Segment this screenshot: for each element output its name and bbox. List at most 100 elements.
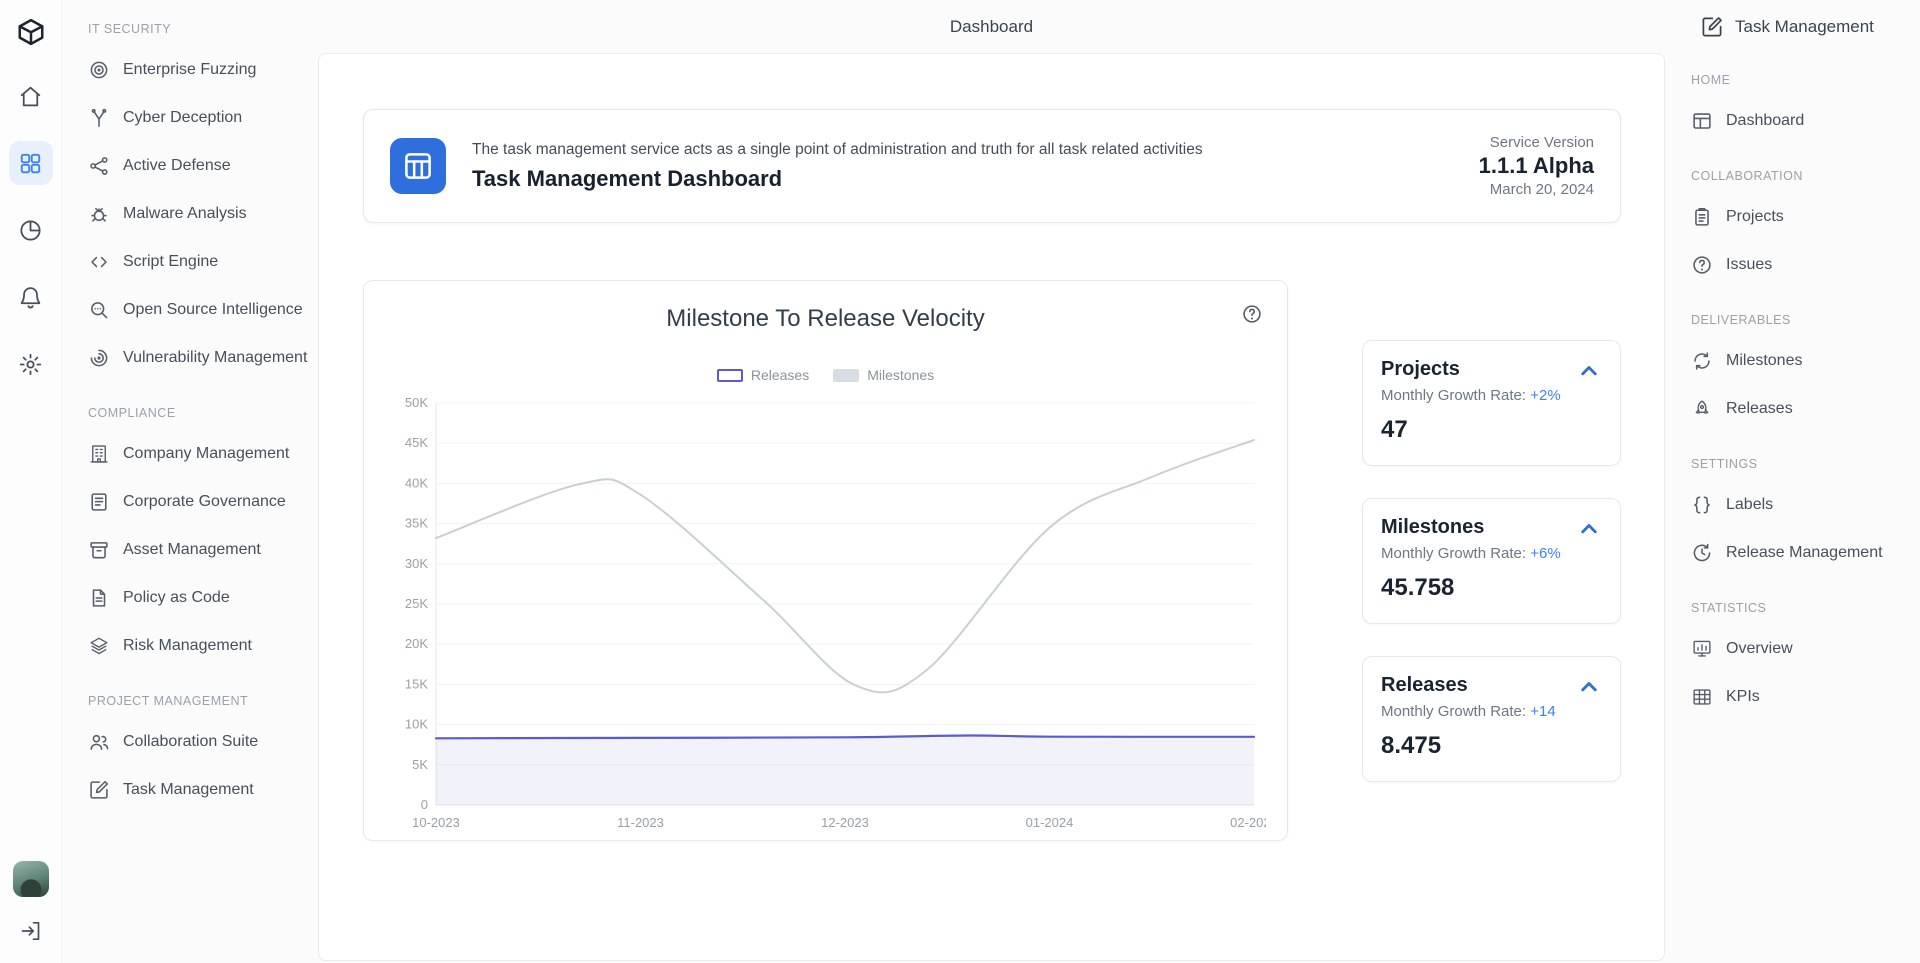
nav-item-label: Cyber Deception xyxy=(123,109,242,127)
nav-item-label: Corporate Governance xyxy=(123,493,286,511)
section-title-project-management: PROJECT MANAGEMENT xyxy=(88,694,310,708)
stat-card-growth: Monthly Growth Rate: +14 xyxy=(1381,703,1556,720)
growth-value: +14 xyxy=(1530,703,1555,720)
help-circle-icon[interactable] xyxy=(1241,303,1263,325)
nav-item-collaboration-suite[interactable]: Collaboration Suite xyxy=(88,718,310,766)
legend-item-releases[interactable]: Releases xyxy=(717,367,809,383)
nav-item-projects[interactable]: Projects xyxy=(1691,193,1912,241)
nav-item-cyber-deception[interactable]: Cyber Deception xyxy=(88,94,310,142)
search-dots-icon xyxy=(88,299,110,321)
dashboard-icon xyxy=(1691,110,1713,132)
stat-card-title: Projects xyxy=(1381,358,1561,381)
nav-item-enterprise-fuzzing[interactable]: Enterprise Fuzzing xyxy=(88,46,310,94)
document-icon xyxy=(88,587,110,609)
chevron-up-icon[interactable] xyxy=(1576,516,1602,542)
bug-icon xyxy=(88,203,110,225)
chart-title: Milestone To Release Velocity xyxy=(385,305,1266,333)
nav-item-label: Asset Management xyxy=(123,541,261,559)
section-title-compliance: COMPLIANCE xyxy=(88,406,310,420)
nav-item-active-defense[interactable]: Active Defense xyxy=(88,142,310,190)
nav-item-vulnerability-management[interactable]: Vulnerability Management xyxy=(88,334,310,382)
stat-card-value: 45.758 xyxy=(1381,574,1602,602)
code-icon xyxy=(88,251,110,273)
chart-board-icon xyxy=(1691,638,1713,660)
nav-item-releases[interactable]: Releases xyxy=(1691,385,1912,433)
nav-item-kpis[interactable]: KPIs xyxy=(1691,673,1912,721)
banner-text: The task management service acts as a si… xyxy=(472,141,1453,192)
growth-value: +6% xyxy=(1530,545,1560,562)
section-title-collaboration: COLLABORATION xyxy=(1691,169,1912,183)
chevron-up-icon[interactable] xyxy=(1576,358,1602,384)
nav-item-task-management[interactable]: Task Management xyxy=(88,766,310,814)
nav-item-issues[interactable]: Issues xyxy=(1691,241,1912,289)
nav-item-label: Enterprise Fuzzing xyxy=(123,61,256,79)
nav-item-open-source-intelligence[interactable]: Open Source Intelligence xyxy=(88,286,310,334)
nav-item-overview[interactable]: Overview xyxy=(1691,625,1912,673)
svg-text:02-2024: 02-2024 xyxy=(1230,815,1266,830)
rail-gear-button[interactable] xyxy=(9,342,53,386)
spiral-icon xyxy=(88,347,110,369)
svg-text:50K: 50K xyxy=(404,395,427,410)
nav-item-corporate-governance[interactable]: Corporate Governance xyxy=(88,478,310,526)
nav-item-label: Dashboard xyxy=(1726,112,1804,130)
svg-text:01-2024: 01-2024 xyxy=(1025,815,1073,830)
history-icon xyxy=(1691,542,1713,564)
nav-item-labels[interactable]: Labels xyxy=(1691,481,1912,529)
refresh-icon xyxy=(1691,350,1713,372)
rail-bell-button[interactable] xyxy=(9,275,53,319)
stat-card-value: 47 xyxy=(1381,416,1602,444)
rocket-icon xyxy=(1691,398,1713,420)
edit-square-icon xyxy=(88,779,110,801)
nav-item-malware-analysis[interactable]: Malware Analysis xyxy=(88,190,310,238)
section-title-statistics: STATISTICS xyxy=(1691,601,1912,615)
nav-item-risk-management[interactable]: Risk Management xyxy=(88,622,310,670)
nav-item-label: Task Management xyxy=(123,781,254,799)
svg-text:12-2023: 12-2023 xyxy=(821,815,869,830)
user-avatar[interactable] xyxy=(13,861,49,897)
page-title: Dashboard xyxy=(950,17,1033,37)
section-title-deliverables: DELIVERABLES xyxy=(1691,313,1912,327)
nav-item-milestones[interactable]: Milestones xyxy=(1691,337,1912,385)
nav-item-asset-management[interactable]: Asset Management xyxy=(88,526,310,574)
section-title-home: HOME xyxy=(1691,73,1912,87)
nav-item-policy-as-code[interactable]: Policy as Code xyxy=(88,574,310,622)
nav-item-label: Milestones xyxy=(1726,352,1802,370)
sign-out-button[interactable] xyxy=(13,913,49,949)
nav-item-dashboard[interactable]: Dashboard xyxy=(1691,97,1912,145)
stat-card-growth: Monthly Growth Rate: +6% xyxy=(1381,545,1561,562)
chevron-up-icon[interactable] xyxy=(1576,674,1602,700)
right-sidebar: Task Management HOME Dashboard COLLABORATI… xyxy=(1665,0,1920,963)
columns-icon xyxy=(390,138,446,194)
banner-title: Task Management Dashboard xyxy=(472,166,1453,192)
rail-grid-button[interactable] xyxy=(9,141,53,185)
nav-item-company-management[interactable]: Company Management xyxy=(88,430,310,478)
stat-card-value: 8.475 xyxy=(1381,732,1602,760)
legend-item-milestones[interactable]: Milestones xyxy=(833,367,934,383)
layers-icon xyxy=(88,635,110,657)
task-management-icon xyxy=(1700,15,1724,39)
nav-item-release-management[interactable]: Release Management xyxy=(1691,529,1912,577)
icon-rail xyxy=(0,0,62,963)
svg-text:0: 0 xyxy=(420,797,427,812)
svg-text:25K: 25K xyxy=(404,596,427,611)
nav-item-script-engine[interactable]: Script Engine xyxy=(88,238,310,286)
building-icon xyxy=(88,443,110,465)
svg-text:35K: 35K xyxy=(404,516,427,531)
nav-item-label: Open Source Intelligence xyxy=(123,301,303,319)
rail-pie-chart-button[interactable] xyxy=(9,208,53,252)
logo[interactable] xyxy=(9,10,53,54)
nodes-icon xyxy=(88,155,110,177)
nav-item-label: Policy as Code xyxy=(123,589,230,607)
velocity-line-chart: 05K10K15K20K25K30K35K40K45K50K10-202311-… xyxy=(386,393,1266,839)
nav-item-label: Active Defense xyxy=(123,157,231,175)
nav-item-label: Collaboration Suite xyxy=(123,733,258,751)
app-header[interactable]: Task Management xyxy=(1691,0,1912,53)
app-root: IT SECURITYEnterprise FuzzingCyber Decep… xyxy=(0,0,1920,963)
legend-label: Milestones xyxy=(867,367,934,383)
nav-item-label: Script Engine xyxy=(123,253,218,271)
clipboard-icon xyxy=(1691,206,1713,228)
stat-card-title: Milestones xyxy=(1381,516,1561,539)
nav-item-label: Vulnerability Management xyxy=(123,349,307,367)
chart-card: Milestone To Release Velocity Releases Mi… xyxy=(363,280,1288,841)
rail-home-button[interactable] xyxy=(9,74,53,118)
